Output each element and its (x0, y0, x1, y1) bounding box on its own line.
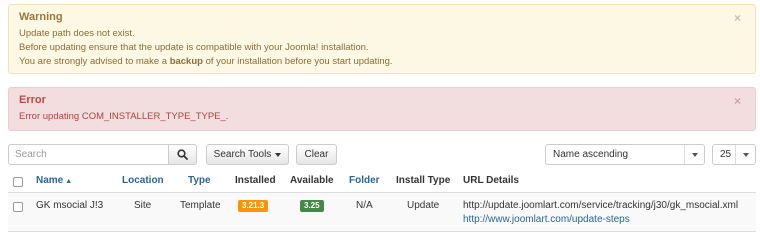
installed-version-badge: 3.21.3 (238, 200, 269, 212)
error-alert: Error × Error updating COM_INSTALLER_TYP… (8, 87, 756, 131)
search-tools-button[interactable]: Search Tools (206, 144, 289, 165)
chevron-down-icon (684, 145, 704, 164)
column-header-install-type: Install Type (396, 175, 451, 186)
table-row (8, 193, 756, 231)
warning-line-3-end: of your installation before you start up… (202, 56, 393, 67)
select-all-checkbox[interactable] (13, 177, 23, 187)
column-header-url-details: URL Details (463, 175, 519, 186)
available-version-badge: 3.25 (300, 200, 324, 212)
update-url: http://update.joomlart.com/service/track… (463, 200, 739, 211)
warning-close-icon[interactable]: × (734, 11, 741, 25)
column-header-folder[interactable]: Folder (349, 175, 380, 186)
caret-down-icon (275, 152, 282, 157)
sort-order-value: Name ascending (553, 149, 629, 160)
error-heading: Error (19, 94, 46, 106)
sort-order-select[interactable]: Name ascending (545, 144, 705, 165)
column-header-name-label: Name (36, 175, 64, 186)
extension-location: Site (134, 200, 152, 211)
sort-ascending-icon: ▲ (65, 178, 73, 185)
row-divider (8, 231, 756, 232)
column-header-available: Available (290, 175, 334, 186)
warning-line-3-start: You are strongly advised to make a (19, 56, 170, 67)
column-header-installed: Installed (235, 175, 276, 186)
warning-message-line-1: Update path does not exist. (19, 28, 135, 39)
extension-type: Template (180, 200, 221, 211)
extension-name: GK msocial J!3 (36, 200, 104, 211)
search-button[interactable] (168, 144, 197, 165)
list-limit-value: 25 (720, 149, 732, 160)
warning-backup-emphasis: backup (169, 56, 203, 67)
warning-alert: Warning × Update path does not exist. Be… (8, 4, 756, 74)
row-checkbox[interactable] (13, 202, 23, 212)
warning-heading: Warning (19, 11, 63, 23)
column-header-location[interactable]: Location (122, 175, 164, 186)
error-close-icon[interactable]: × (734, 94, 741, 108)
update-steps-link[interactable]: http://www.joomlart.com/update-steps (463, 214, 630, 225)
search-input[interactable] (8, 144, 169, 165)
extension-folder: N/A (356, 200, 373, 211)
warning-message-line-3: You are strongly advised to make a backu… (19, 56, 393, 67)
chevron-down-icon (735, 145, 755, 164)
install-type: Update (407, 200, 440, 211)
list-limit-select[interactable]: 25 (712, 144, 756, 165)
search-icon (177, 149, 188, 160)
clear-button[interactable]: Clear (296, 144, 337, 165)
warning-message-line-2: Before updating ensure that the update i… (19, 42, 369, 53)
column-header-name[interactable]: Name ▲ (36, 175, 72, 186)
search-tools-label: Search Tools (213, 149, 272, 160)
column-header-type[interactable]: Type (188, 175, 211, 186)
error-message: Error updating COM_INSTALLER_TYPE_TYPE_. (19, 111, 229, 122)
